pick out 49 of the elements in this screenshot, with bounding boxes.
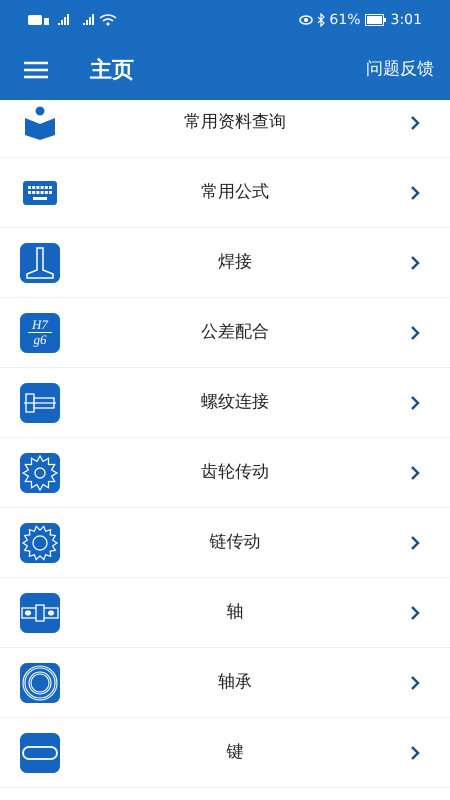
feedback-button[interactable]: 问题反馈 [366, 57, 434, 83]
category-label: 焊接 [217, 250, 253, 274]
category-label: 公差配合 [200, 320, 270, 344]
chevron-right-icon [410, 114, 420, 130]
clock-time: 3:01 [390, 10, 422, 30]
category-label: 常用资料查询 [183, 110, 287, 134]
page-title: 主页 [90, 56, 134, 84]
reader-icon [24, 106, 56, 140]
key-shape-icon [20, 732, 60, 772]
battery-icon [364, 14, 387, 26]
chevron-right-icon [410, 674, 420, 690]
category-label: 齿轮传动 [200, 460, 270, 484]
bluetooth-icon [317, 13, 326, 27]
chevron-right-icon [410, 394, 420, 410]
chevron-right-icon [410, 324, 420, 340]
chevron-right-icon [410, 744, 420, 760]
signal-icon [28, 13, 118, 27]
category-item[interactable]: 螺纹连接 [0, 368, 450, 438]
category-label: 链传动 [208, 530, 262, 554]
fit-upper-text: H7 [32, 318, 48, 332]
chevron-right-icon [410, 184, 420, 200]
category-item[interactable]: 齿轮传动 [0, 438, 450, 508]
category-label: 常用公式 [200, 180, 270, 204]
bearing-icon [20, 662, 60, 702]
gear-icon [20, 452, 60, 492]
category-item[interactable]: 键 [0, 718, 450, 788]
category-label: 螺纹连接 [200, 390, 270, 414]
chevron-right-icon [410, 464, 420, 480]
category-item[interactable]: 常用资料查询 [0, 100, 450, 158]
chevron-right-icon [410, 534, 420, 550]
battery-percent: 61% [329, 10, 361, 30]
fit-lower-text: g6 [34, 333, 46, 347]
category-label: 轴 [226, 600, 244, 624]
sprocket-icon [20, 522, 60, 562]
weld-joint-icon [20, 242, 60, 282]
keyboard-icon [23, 180, 57, 204]
category-item[interactable]: 常用公式 [0, 158, 450, 228]
category-item[interactable]: 链传动 [0, 508, 450, 578]
bolt-icon [20, 382, 60, 422]
category-item[interactable]: 焊接 [0, 228, 450, 298]
category-label: 键 [226, 740, 244, 764]
shaft-icon [20, 592, 60, 632]
category-item[interactable]: H7 g6 公差配合 [0, 298, 450, 368]
eye-icon [299, 15, 314, 25]
category-item[interactable]: 轴 [0, 578, 450, 648]
category-item[interactable]: 轴承 [0, 648, 450, 718]
chevron-right-icon [410, 604, 420, 620]
chevron-right-icon [410, 254, 420, 270]
category-label: 轴承 [217, 670, 253, 694]
